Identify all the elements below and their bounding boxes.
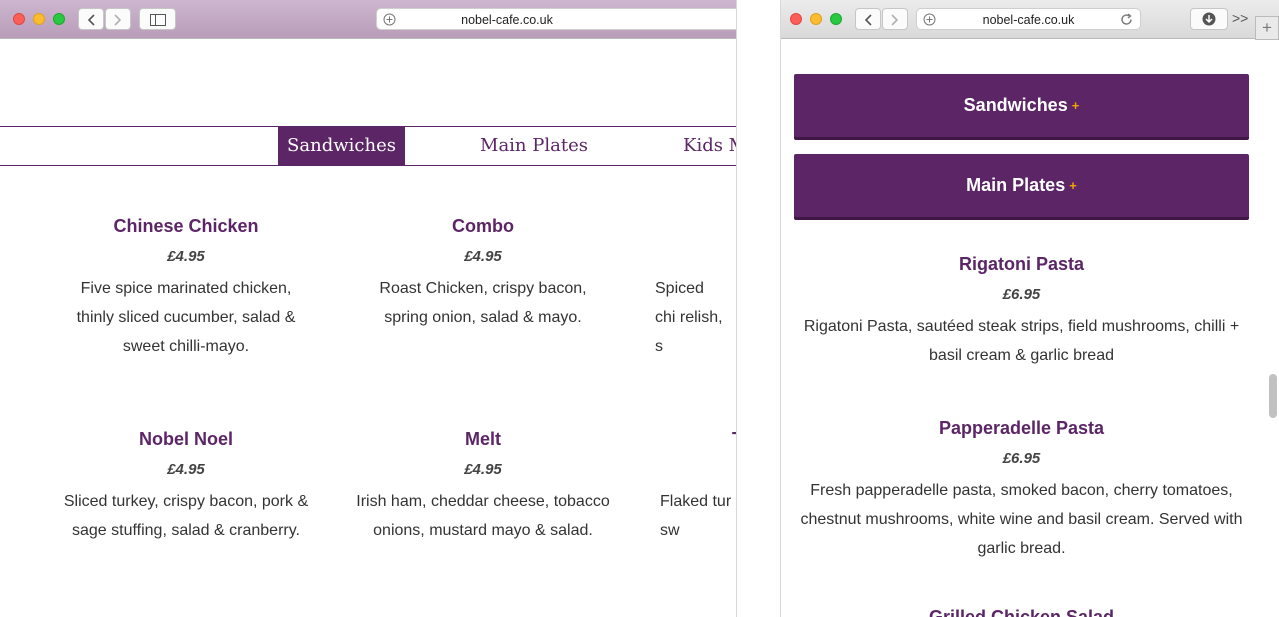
forward-button[interactable] xyxy=(105,8,131,30)
menu-item: Melt £4.95 Irish ham, cheddar cheese, to… xyxy=(353,425,613,545)
item-name: Combo xyxy=(452,216,514,236)
item-name: Grilled Chicken Salad xyxy=(928,607,1115,617)
browser-window-left: nobel-cafe.co.uk Sandwiches Main Plates … xyxy=(0,0,737,617)
item-description: Rigatoni Pasta, sautéed steak strips, fi… xyxy=(803,318,1240,364)
item-description: Spiced chi relish, s xyxy=(655,280,723,355)
item-price: £4.95 xyxy=(167,248,205,265)
item-price: £4.95 xyxy=(464,461,502,478)
zoom-window-button[interactable] xyxy=(830,13,842,25)
close-window-button[interactable] xyxy=(13,13,25,25)
item-description: Five spice marinated chicken, thinly sli… xyxy=(76,280,296,355)
browser-window-right: nobel-cafe.co.uk >> + Sandwiches + Main P… xyxy=(780,0,1279,617)
sidebar-icon xyxy=(150,14,166,26)
item-price: £6.95 xyxy=(1002,450,1041,467)
item-description: Sliced turkey, crispy bacon, pork & sage… xyxy=(63,493,309,539)
item-price: £4.95 xyxy=(464,248,502,265)
menu-item: Nobel Noel £4.95 Sliced turkey, crispy b… xyxy=(56,425,316,545)
tab-sandwiches[interactable]: Sandwiches xyxy=(278,127,405,165)
item-name: Chinese Chicken xyxy=(113,216,259,236)
reload-icon[interactable] xyxy=(1120,13,1133,26)
item-description: Irish ham, cheddar cheese, tobacco onion… xyxy=(356,493,610,539)
item-price xyxy=(660,453,736,487)
accordion-label: Main Plates xyxy=(966,175,1066,195)
minimize-window-button[interactable] xyxy=(810,13,822,25)
menu-item: Grilled Chicken Salad xyxy=(794,603,1249,617)
url-text: nobel-cafe.co.uk xyxy=(982,13,1075,27)
menu-category-tabs: Sandwiches Main Plates Kids M xyxy=(0,126,736,166)
url-text: nobel-cafe.co.uk xyxy=(461,13,553,27)
new-tab-button[interactable]: + xyxy=(1255,16,1279,40)
accordion-sandwiches[interactable]: Sandwiches + xyxy=(794,74,1249,140)
tab-main-plates[interactable]: Main Plates xyxy=(470,127,598,165)
chevron-right-icon xyxy=(891,14,899,26)
tab-kids-menu[interactable]: Kids M xyxy=(683,127,736,165)
overflow-chevron-icon[interactable]: >> xyxy=(1232,10,1248,26)
minimize-window-button[interactable] xyxy=(33,13,45,25)
item-name xyxy=(655,212,736,240)
item-description: Roast Chicken, crispy bacon, spring onio… xyxy=(379,280,587,326)
plus-icon: + xyxy=(1069,178,1077,193)
item-price xyxy=(655,240,736,274)
accordion-main-plates[interactable]: Main Plates + xyxy=(794,154,1249,220)
close-window-button[interactable] xyxy=(790,13,802,25)
chevron-right-icon xyxy=(114,14,122,26)
address-bar[interactable]: nobel-cafe.co.uk xyxy=(376,8,736,30)
item-name: Papperadelle Pasta xyxy=(938,418,1105,438)
item-description: Flaked tur sw xyxy=(660,493,732,539)
forward-button[interactable] xyxy=(882,8,908,30)
scrollbar-thumb[interactable] xyxy=(1269,374,1277,418)
chevron-left-icon xyxy=(87,14,95,26)
item-name: Nobel Noel xyxy=(138,429,233,449)
back-button[interactable] xyxy=(855,8,881,30)
item-name: T xyxy=(660,425,736,453)
item-price: £4.95 xyxy=(167,461,205,478)
item-name: Melt xyxy=(465,429,501,449)
browser-toolbar: nobel-cafe.co.uk xyxy=(0,0,736,39)
download-icon xyxy=(1202,12,1216,26)
menu-item: Combo £4.95 Roast Chicken, crispy bacon,… xyxy=(353,212,613,332)
chevron-left-icon xyxy=(864,14,872,26)
sidebar-toggle-button[interactable] xyxy=(139,8,176,30)
item-description: Fresh papperadelle pasta, smoked bacon, … xyxy=(800,482,1243,557)
address-bar[interactable]: nobel-cafe.co.uk xyxy=(916,8,1141,30)
menu-item: Papperadelle Pasta £6.95 Fresh papperade… xyxy=(794,414,1249,563)
item-name: Rigatoni Pasta xyxy=(958,254,1085,274)
back-button[interactable] xyxy=(78,8,104,30)
downloads-button[interactable] xyxy=(1190,8,1228,30)
accordion-label: Sandwiches xyxy=(963,95,1068,115)
menu-item: Chinese Chicken £4.95 Five spice marinat… xyxy=(56,212,316,361)
browser-toolbar: nobel-cafe.co.uk >> xyxy=(781,0,1279,39)
menu-item-partial: Spiced chi relish, s xyxy=(655,212,736,361)
plus-icon: + xyxy=(1071,98,1080,113)
menu-item: Rigatoni Pasta £6.95 Rigatoni Pasta, sau… xyxy=(794,250,1249,370)
menu-item-partial: T Flaked tur sw xyxy=(660,425,736,545)
zoom-window-button[interactable] xyxy=(53,13,65,25)
item-price: £6.95 xyxy=(1002,286,1041,303)
